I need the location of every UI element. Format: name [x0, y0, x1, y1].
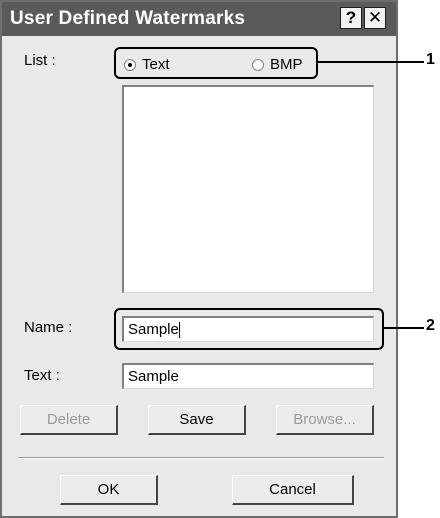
window-title: User Defined Watermarks	[10, 8, 246, 29]
callout-1-line	[318, 61, 424, 63]
save-button[interactable]: Save	[148, 405, 246, 435]
callout-2-line	[384, 327, 424, 329]
browse-button[interactable]: Browse...	[276, 405, 374, 435]
name-input[interactable]: Sample	[122, 316, 374, 342]
dialog-window: User Defined Watermarks ? ✕ List : Text …	[0, 0, 398, 518]
ok-button[interactable]: OK	[60, 475, 158, 505]
watermark-list[interactable]	[122, 85, 374, 293]
close-icon: ✕	[367, 8, 383, 27]
save-button-label: Save	[179, 411, 214, 428]
text-input-value: Sample	[128, 368, 179, 385]
title-bar[interactable]: User Defined Watermarks ? ✕	[2, 2, 396, 36]
cancel-button[interactable]: Cancel	[232, 475, 354, 505]
delete-button[interactable]: Delete	[20, 405, 118, 435]
text-label: Text :	[24, 367, 60, 384]
help-button[interactable]: ?	[340, 7, 362, 29]
ok-button-label: OK	[97, 481, 120, 498]
callout-1-number: 1	[426, 51, 435, 68]
radio-bmp[interactable]: BMP	[252, 56, 303, 73]
name-label: Name :	[24, 319, 73, 336]
radio-text-label: Text	[142, 56, 170, 73]
radio-bmp-label: BMP	[270, 56, 303, 73]
delete-button-label: Delete	[46, 411, 91, 428]
help-icon: ?	[345, 8, 357, 27]
radio-text[interactable]: Text	[124, 56, 170, 73]
close-button[interactable]: ✕	[364, 7, 386, 29]
text-caret	[178, 322, 180, 339]
cancel-button-label: Cancel	[269, 481, 316, 498]
callout-2-number: 2	[426, 317, 435, 334]
list-type-radio-group: Text BMP	[114, 47, 318, 79]
radio-selected-icon	[124, 58, 136, 71]
separator	[18, 457, 384, 459]
text-input[interactable]: Sample	[122, 363, 374, 389]
browse-button-label: Browse...	[293, 411, 356, 428]
radio-unselected-icon	[252, 58, 264, 71]
name-input-value: Sample	[128, 321, 179, 338]
list-label: List :	[24, 52, 56, 69]
